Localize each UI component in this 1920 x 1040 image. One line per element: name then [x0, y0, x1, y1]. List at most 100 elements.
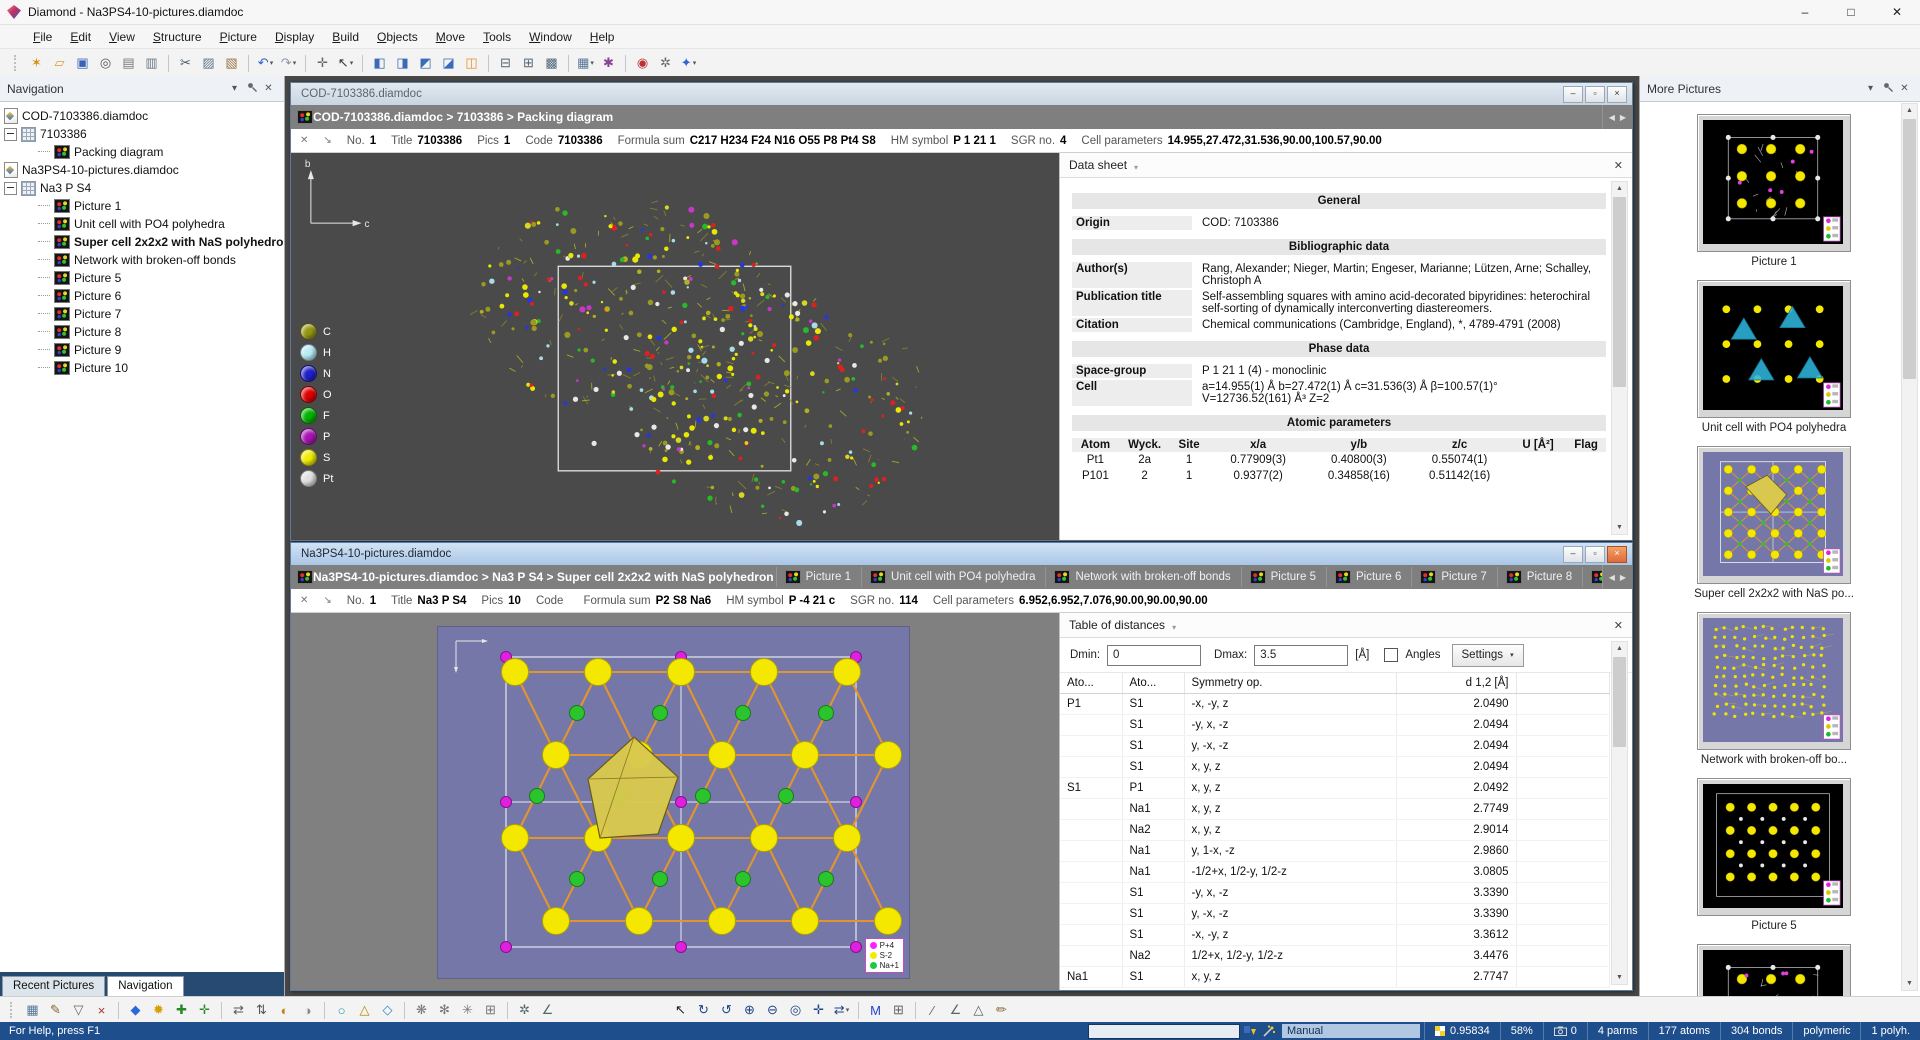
menu-item[interactable]: Display	[266, 27, 323, 47]
draw-icon[interactable]: ✏	[991, 1000, 1012, 1021]
toolbar-icon[interactable]	[488, 55, 489, 72]
legend-entry[interactable]: S	[300, 449, 333, 466]
cascade-icon[interactable]: ▩	[541, 53, 562, 74]
tree-expand-icon[interactable]	[38, 259, 50, 261]
child-minimize-button[interactable]: –	[1563, 546, 1583, 563]
picture-tab[interactable]: Picture 1	[776, 567, 859, 587]
picture-thumbnail[interactable]: Super cell 2x2x2 with NaS po...	[1689, 446, 1859, 600]
toolbar-icon[interactable]	[118, 1002, 119, 1019]
distance-row[interactable]: Na1-1/2+x, 1/2-y, 1/2-z3.0805	[1060, 862, 1610, 883]
tree-expand-icon[interactable]	[38, 313, 50, 315]
toolbar-icon[interactable]	[324, 1002, 325, 1019]
distance-row[interactable]: S1-y, x, -z2.0494	[1060, 715, 1610, 736]
print-icon[interactable]: ▥	[141, 53, 162, 74]
menu-item[interactable]: Build	[323, 27, 368, 47]
tree-item[interactable]: Super cell 2x2x2 with NaS polyhedron	[0, 233, 284, 251]
legend-entry[interactable]: P	[300, 428, 333, 445]
na3ps4-window-title-bar[interactable]: Na3PS4-10-pictures.diamdoc – ▫ ×	[291, 543, 1632, 565]
filter-icon[interactable]: ▽	[68, 1000, 89, 1021]
panel-menu-caret-icon[interactable]: ▾	[1172, 623, 1176, 632]
cut-icon[interactable]: ✂	[175, 53, 196, 74]
toolbar-icon[interactable]	[625, 55, 626, 72]
zoom-in-icon[interactable]: ⊕	[739, 1000, 760, 1021]
packing-diagram-view[interactable]: bc C H	[291, 153, 1059, 540]
polyhedra-icon[interactable]: △	[354, 1000, 375, 1021]
scroll-down-icon[interactable]: ▼	[1612, 971, 1627, 984]
break-bonds-icon[interactable]: ⇅	[251, 1000, 272, 1021]
breadcrumb[interactable]: Na3PS4-10-pictures.diamdoc > Na3 P S4 > …	[313, 570, 774, 584]
panel-tab[interactable]: Recent Pictures	[2, 976, 105, 996]
tree-expand-icon[interactable]	[38, 241, 50, 243]
dmax-input[interactable]: 3.5	[1254, 645, 1348, 666]
tree-item[interactable]: Packing diagram	[0, 143, 284, 161]
save-icon[interactable]: ▣	[72, 53, 93, 74]
measure-distance-icon[interactable]: ∕	[922, 1000, 943, 1021]
settings-button[interactable]: Settings	[1452, 644, 1524, 667]
page-preview-icon[interactable]: ▤	[118, 53, 139, 74]
more-pictures-scrollbar[interactable]: ▲ ▼	[1901, 103, 1918, 991]
close-panel-icon[interactable]: ✕	[260, 83, 277, 94]
legend-entry[interactable]: C	[300, 323, 333, 340]
toolbar-icon[interactable]	[507, 1002, 508, 1019]
picture-thumbnail[interactable]: Unit cell with PO4 polyhedra	[1689, 280, 1859, 434]
tree-item[interactable]: Picture 5	[0, 269, 284, 287]
legend-entry[interactable]: Pt	[300, 470, 333, 487]
distances-scrollbar[interactable]: ▲ ▼	[1611, 641, 1628, 985]
toolbar-icon[interactable]	[568, 55, 569, 72]
tree-expand-icon[interactable]	[38, 151, 50, 153]
edit-table-icon[interactable]: ✎	[45, 1000, 66, 1021]
grow-network-icon[interactable]: ❋	[411, 1000, 432, 1021]
scrollbar-thumb[interactable]	[1613, 657, 1626, 747]
select-pointer-icon[interactable]: ↖	[670, 1000, 691, 1021]
picture-thumbnail[interactable]: Network with broken-off bo...	[1689, 612, 1859, 766]
pointer-icon[interactable]: ↖	[335, 53, 356, 74]
panel-menu-icon[interactable]: ▾	[226, 83, 243, 94]
menu-item[interactable]: View	[100, 27, 144, 47]
redo-icon[interactable]: ↷	[278, 53, 299, 74]
tree-expand-icon[interactable]	[38, 223, 50, 225]
new-picture-icon[interactable]: ✶	[26, 53, 47, 74]
column-distance[interactable]: d 1,2 [Å]	[1396, 673, 1516, 694]
distance-row[interactable]: Na1y, 1-x, -z2.9860	[1060, 841, 1610, 862]
legend-entry[interactable]: N	[300, 365, 333, 382]
orbit-icon[interactable]: ↻	[693, 1000, 714, 1021]
distance-row[interactable]: S1P1x, y, z2.0492	[1060, 778, 1610, 799]
tree-item[interactable]: Na3PS4-10-pictures.diamdoc	[0, 161, 284, 179]
breadcrumb-nav-arrows[interactable]: ◀▶	[1602, 105, 1632, 129]
legend-entry[interactable]: H	[300, 344, 333, 361]
picture-tab[interactable]: Picture 5	[1241, 567, 1324, 587]
tree-item[interactable]: Picture 1	[0, 197, 284, 215]
menu-item[interactable]: Picture	[211, 27, 266, 47]
child-close-button[interactable]: ×	[1607, 546, 1627, 563]
complete-fragments-icon[interactable]: ✻	[434, 1000, 455, 1021]
paste-icon[interactable]: ▧	[221, 53, 242, 74]
tree-expand-icon[interactable]	[38, 277, 50, 279]
distance-row[interactable]: S1-x, -y, z3.3612	[1060, 925, 1610, 946]
child-maximize-button[interactable]: ▫	[1585, 546, 1605, 563]
video-window-icon[interactable]: ◫	[461, 53, 482, 74]
toolbar-icon[interactable]	[915, 1002, 916, 1019]
panel-menu-caret-icon[interactable]: ▾	[1134, 163, 1138, 172]
toolbar-icon[interactable]	[858, 1002, 859, 1019]
minimize-button[interactable]: –	[1782, 0, 1828, 24]
tile-horizontal-icon[interactable]: ⊟	[495, 53, 516, 74]
tree-expand-icon[interactable]	[38, 349, 50, 351]
walk-icon[interactable]: ⇄	[831, 1000, 852, 1021]
distance-row[interactable]: Na1S1x, y, z2.7747	[1060, 967, 1610, 988]
toolbar-grip[interactable]	[14, 55, 19, 71]
fill-cell-icon[interactable]: ✳	[457, 1000, 478, 1021]
structure-gem-icon[interactable]: ◆	[125, 1000, 146, 1021]
picture-thumbnail[interactable]: Picture 5	[1689, 778, 1859, 932]
menu-item[interactable]: File	[24, 27, 61, 47]
tree-item[interactable]: Na3 P S4	[0, 179, 284, 197]
menu-item[interactable]: Objects	[368, 27, 427, 47]
breadcrumb[interactable]: COD-7103386.diamdoc > 7103386 > Packing …	[313, 110, 613, 124]
tree-item[interactable]: Picture 9	[0, 341, 284, 359]
distance-row[interactable]: Na1x, y, z2.7749	[1060, 799, 1610, 820]
atom-group-icon[interactable]: ◑	[297, 1000, 318, 1021]
column-atom2[interactable]: Ato...	[1122, 673, 1184, 694]
scroll-up-icon[interactable]: ▲	[1902, 104, 1917, 117]
scroll-down-icon[interactable]: ▼	[1612, 521, 1627, 534]
data-sheet-icon[interactable]: ◩	[415, 53, 436, 74]
tile-vertical-icon[interactable]: ⊞	[518, 53, 539, 74]
